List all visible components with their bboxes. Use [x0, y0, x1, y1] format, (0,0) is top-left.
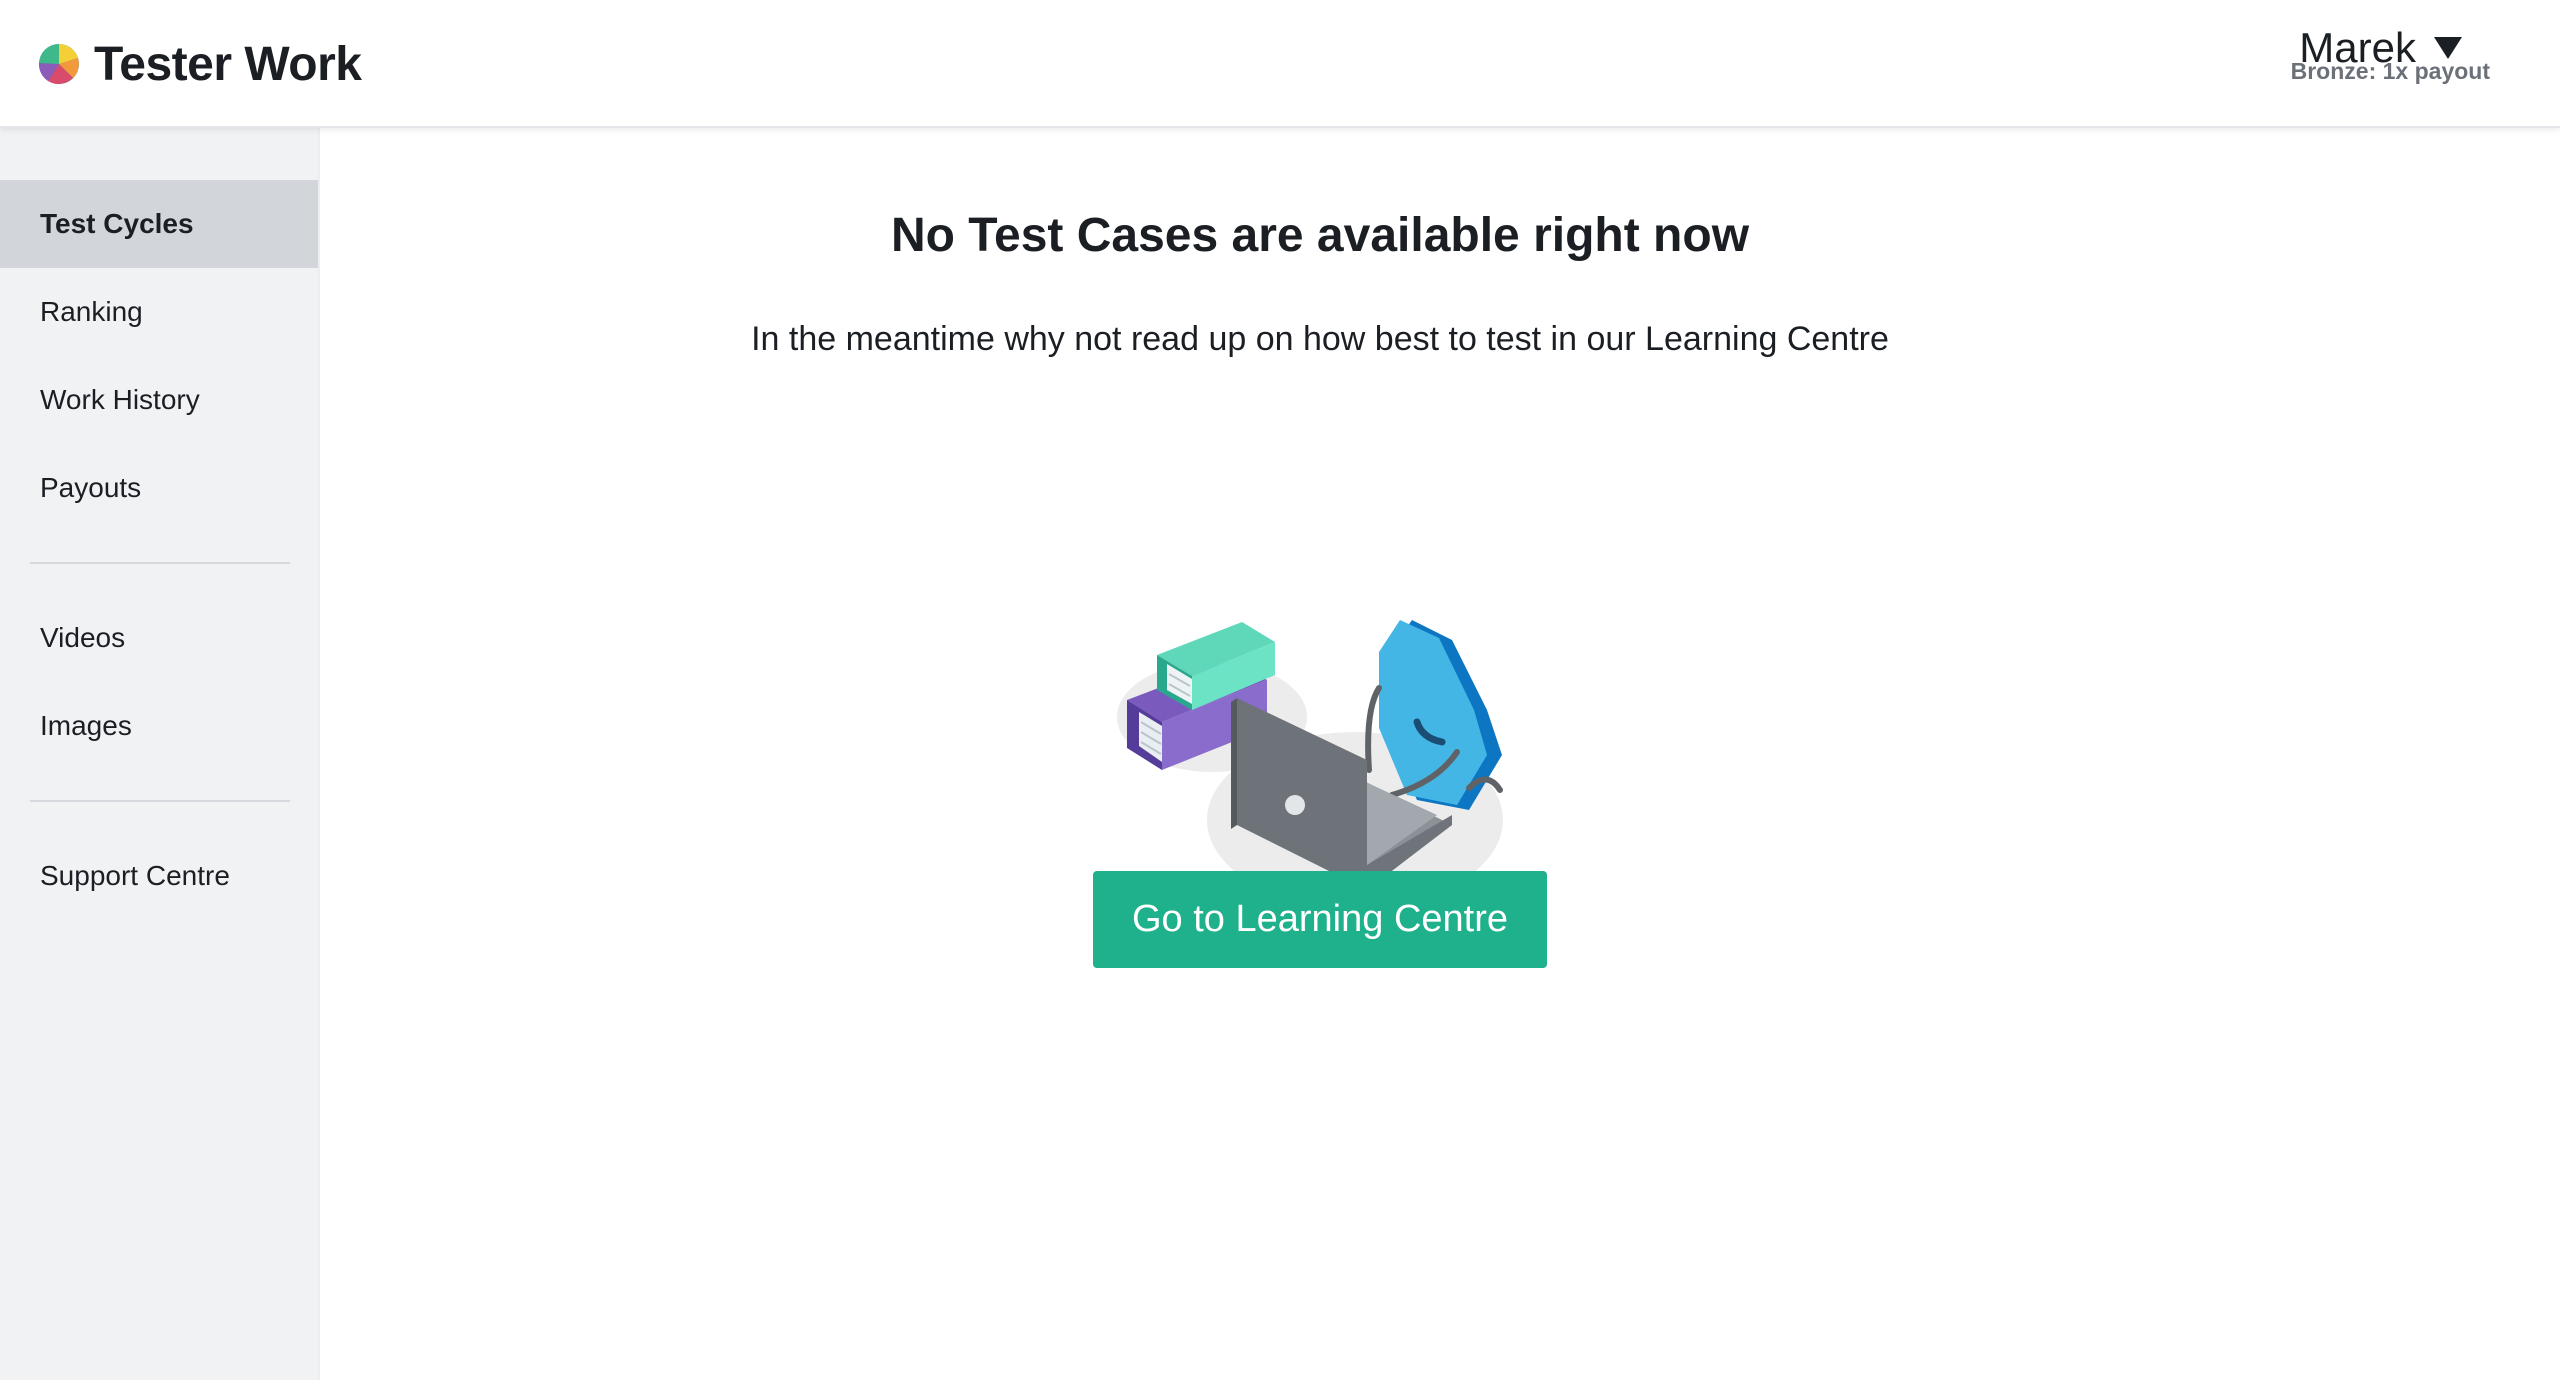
main-content: No Test Cases are available right now In…	[322, 130, 2560, 1380]
sidebar-divider	[30, 562, 290, 564]
sidebar-item-support-centre[interactable]: Support Centre	[0, 832, 318, 920]
top-header: Tester Work Marek Bronze: 1x payout	[0, 0, 2560, 128]
sidebar: Test Cycles Ranking Work History Payouts…	[0, 128, 320, 1380]
sidebar-item-ranking[interactable]: Ranking	[0, 268, 318, 356]
go-to-learning-centre-button[interactable]: Go to Learning Centre	[1093, 871, 1547, 968]
color-wheel-logo-icon	[38, 43, 79, 85]
empty-state-heading: No Test Cases are available right now	[890, 209, 1750, 262]
sidebar-divider	[30, 800, 290, 802]
empty-state-subtext: In the meantime why not read up on how b…	[751, 320, 1889, 358]
brand[interactable]: Tester Work	[38, 34, 362, 94]
app-title: Tester Work	[94, 37, 362, 91]
sidebar-nav: Test Cycles Ranking Work History Payouts…	[0, 128, 318, 920]
sidebar-item-test-cycles[interactable]: Test Cycles	[0, 180, 318, 268]
user-tier-label: Bronze: 1x payout	[2290, 58, 2490, 84]
caret-down-icon[interactable]	[2434, 37, 2462, 59]
sidebar-item-payouts[interactable]: Payouts	[0, 444, 318, 532]
sidebar-item-images[interactable]: Images	[0, 682, 318, 770]
sidebar-item-videos[interactable]: Videos	[0, 594, 318, 682]
books-laptop-shield-illustration-icon	[1117, 620, 1503, 908]
sidebar-item-work-history[interactable]: Work History	[0, 356, 318, 444]
